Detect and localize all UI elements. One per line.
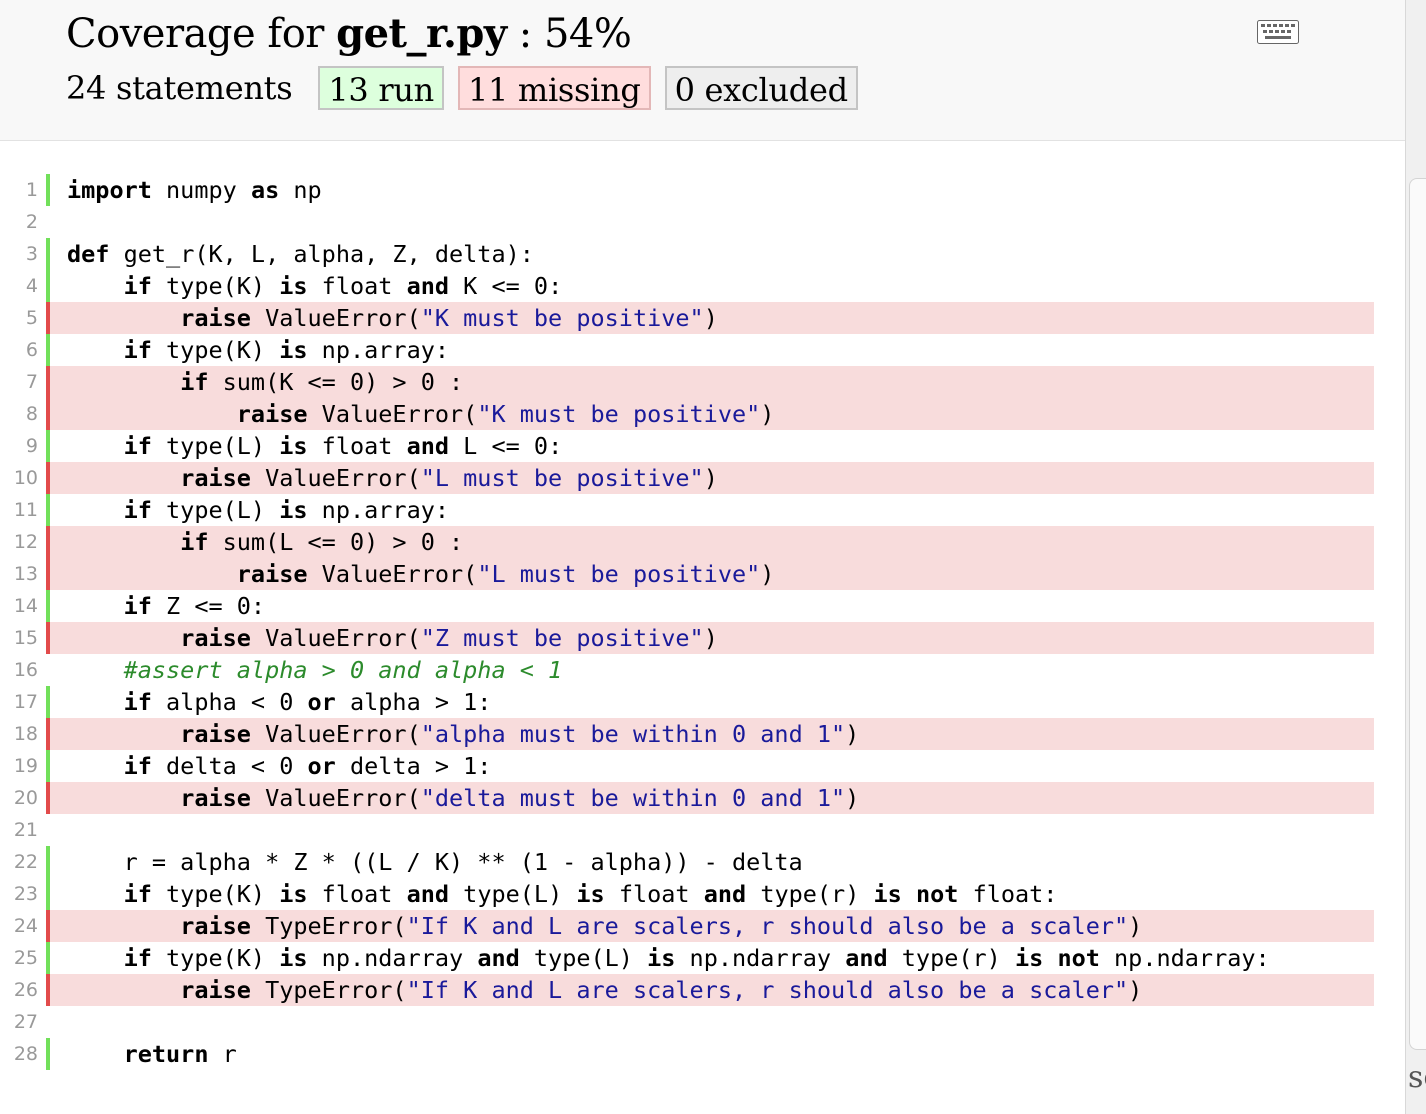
source-line: 22 r = alpha * Z * ((L / K) ** (1 - alph… [0,846,1405,878]
code-text: raise ValueError("L must be positive") [46,558,1374,590]
code-text: raise TypeError("If K and L are scalers,… [46,974,1374,1006]
source-line: 26 raise TypeError("If K and L are scale… [0,974,1405,1006]
source-line: 18 raise ValueError("alpha must be withi… [0,718,1405,750]
line-number[interactable]: 20 [0,782,38,814]
code-text: if type(L) is float and L <= 0: [46,430,1374,462]
source-line: 27 [0,1006,1405,1038]
line-number[interactable]: 27 [0,1006,38,1038]
source-line: 17 if alpha < 0 or alpha > 1: [0,686,1405,718]
line-number[interactable]: 12 [0,526,38,558]
code-text: #assert alpha > 0 and alpha < 1 [123,656,563,684]
source-listing: 1 import numpy as np 2 3 def get_r(K, L, alp… [0,174,1405,1070]
source-line: 14 if Z <= 0: [0,590,1405,622]
line-number[interactable]: 17 [0,686,38,718]
adjacent-panel-edge: se [1405,0,1426,1114]
code-text: return r [46,1038,1374,1070]
source-line: 20 raise ValueError("delta must be withi… [0,782,1405,814]
code-text: raise ValueError("alpha must be within 0… [46,718,1374,750]
adjacent-panel-text: se [1408,1060,1426,1095]
code-text: raise ValueError("K must be positive") [46,302,1374,334]
line-number[interactable]: 15 [0,622,38,654]
code-text: raise ValueError("K must be positive") [46,398,1374,430]
line-number[interactable]: 21 [0,814,38,846]
code-text: if type(K) is float and type(L) is float… [46,878,1374,910]
source-line: 2 [0,206,1405,238]
line-number[interactable]: 24 [0,910,38,942]
source-line: 1 import numpy as np [0,174,1405,206]
line-number[interactable]: 9 [0,430,38,462]
source-line: 11 if type(L) is np.array: [0,494,1405,526]
source-line: 28 return r [0,1038,1405,1070]
source-line: 5 raise ValueError("K must be positive") [0,302,1405,334]
coverage-stats: 24 statements 13 run 11 missing 0 exclud… [66,64,872,112]
code-text: if sum(K <= 0) > 0 : [46,366,1374,398]
adjacent-panel-tab [1409,178,1426,1050]
source-line: 10 raise ValueError("L must be positive"… [0,462,1405,494]
code-text: raise ValueError("Z must be positive") [46,622,1374,654]
code-text: if type(K) is np.ndarray and type(L) is … [46,942,1374,974]
line-number[interactable]: 5 [0,302,38,334]
source-line: 15 raise ValueError("Z must be positive"… [0,622,1405,654]
source-line: 9 if type(L) is float and L <= 0: [0,430,1405,462]
code-text: if type(K) is float and K <= 0: [46,270,1374,302]
source-line: 8 raise ValueError("K must be positive") [0,398,1405,430]
code-text: if alpha < 0 or alpha > 1: [46,686,1374,718]
statements-count: 24 statements [66,69,293,107]
missing-filter-button[interactable]: 11 missing [457,66,651,110]
source-line: 4 if type(K) is float and K <= 0: [0,270,1405,302]
code-text: raise TypeError("If K and L are scalers,… [46,910,1374,942]
code-text: r = alpha * Z * ((L / K) ** (1 - alpha))… [46,846,1374,878]
line-number[interactable]: 19 [0,750,38,782]
run-filter-button[interactable]: 13 run [318,66,444,110]
line-number[interactable]: 22 [0,846,38,878]
line-number[interactable]: 25 [0,942,38,974]
source-line: 25 if type(K) is np.ndarray and type(L) … [0,942,1405,974]
source-line: 13 raise ValueError("L must be positive"… [0,558,1405,590]
line-number[interactable]: 8 [0,398,38,430]
line-number[interactable]: 11 [0,494,38,526]
code-text: if sum(L <= 0) > 0 : [46,526,1374,558]
keyboard-icon[interactable] [1257,20,1299,44]
source-line: 24 raise TypeError("If K and L are scale… [0,910,1405,942]
code-text: if delta < 0 or delta > 1: [46,750,1374,782]
file-name: get_r.py [336,10,507,57]
code-text: raise ValueError("delta must be within 0… [46,782,1374,814]
source-line: 6 if type(K) is np.array: [0,334,1405,366]
code-text: if type(L) is np.array: [46,494,1374,526]
line-number[interactable]: 26 [0,974,38,1006]
line-number[interactable]: 4 [0,270,38,302]
line-number[interactable]: 7 [0,366,38,398]
line-number[interactable]: 2 [0,206,38,238]
source-line: 23 if type(K) is float and type(L) is fl… [0,878,1405,910]
line-number[interactable]: 16 [0,654,38,686]
source-line: 12 if sum(L <= 0) > 0 : [0,526,1405,558]
line-number[interactable]: 3 [0,238,38,270]
source-line: 21 [0,814,1405,846]
code-text: import numpy as np [46,174,1374,206]
code-text: def get_r(K, L, alpha, Z, delta): [46,238,1374,270]
line-number[interactable]: 10 [0,462,38,494]
line-number[interactable]: 13 [0,558,38,590]
line-number[interactable]: 6 [0,334,38,366]
line-number[interactable]: 18 [0,718,38,750]
coverage-percent: : 54% [506,11,632,57]
line-number[interactable]: 1 [0,174,38,206]
title-prefix: Coverage for [66,11,337,57]
source-line: 16 #assert alpha > 0 and alpha < 1 [0,654,1405,686]
code-text: raise ValueError("L must be positive") [46,462,1374,494]
code-text: if Z <= 0: [46,590,1374,622]
coverage-header: Coverage for get_r.py : 54% 24 statement… [0,0,1405,141]
line-number[interactable]: 28 [0,1038,38,1070]
source-line: 19 if delta < 0 or delta > 1: [0,750,1405,782]
source-line: 3 def get_r(K, L, alpha, Z, delta): [0,238,1405,270]
page-title: Coverage for get_r.py : 54% [66,10,632,58]
line-number[interactable]: 23 [0,878,38,910]
code-text: if type(K) is np.array: [46,334,1374,366]
source-line: 7 if sum(K <= 0) > 0 : [0,366,1405,398]
excluded-filter-button[interactable]: 0 excluded [664,66,858,110]
line-number[interactable]: 14 [0,590,38,622]
